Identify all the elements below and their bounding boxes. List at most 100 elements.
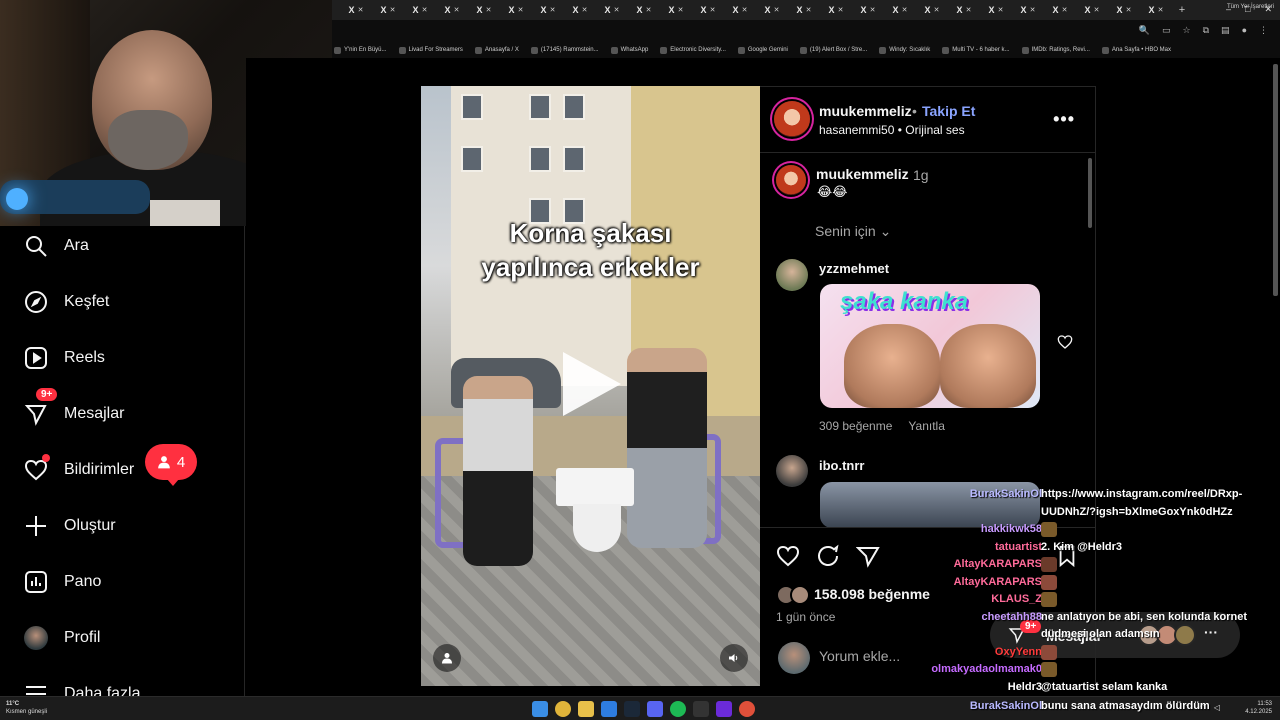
browser-tab[interactable]: X ✕ bbox=[1140, 0, 1172, 20]
tab-close-icon[interactable]: ✕ bbox=[934, 6, 940, 14]
tab-close-icon[interactable]: ✕ bbox=[1126, 6, 1132, 14]
tab-close-icon[interactable]: ✕ bbox=[358, 6, 364, 14]
file-explorer-icon[interactable] bbox=[578, 701, 594, 717]
sidebar-icon[interactable]: ▤ bbox=[1221, 25, 1230, 36]
sidebar-item-messages[interactable]: 9+ Mesajlar bbox=[24, 388, 124, 428]
bookmark-item[interactable]: Google Gemini bbox=[737, 46, 788, 54]
author-avatar[interactable] bbox=[774, 101, 810, 137]
comment-avatar[interactable] bbox=[776, 259, 808, 291]
browser-menu-icon[interactable]: ⋮ bbox=[1259, 25, 1268, 36]
edge-icon[interactable] bbox=[601, 701, 617, 717]
zoom-icon[interactable]: 🔍 bbox=[1139, 25, 1150, 36]
browser-tab[interactable]: X ✕ bbox=[724, 0, 756, 20]
page-scrollbar[interactable] bbox=[1273, 64, 1278, 296]
tab-close-icon[interactable]: ✕ bbox=[1094, 6, 1100, 14]
browser-tab[interactable]: X ✕ bbox=[596, 0, 628, 20]
epic-icon[interactable] bbox=[693, 701, 709, 717]
browser-tab[interactable]: X ✕ bbox=[564, 0, 596, 20]
tab-close-icon[interactable]: ✕ bbox=[742, 6, 748, 14]
tab-close-icon[interactable]: ✕ bbox=[678, 6, 684, 14]
obs-icon[interactable] bbox=[739, 701, 755, 717]
address-bar-area[interactable]: 🔍 ▭ ☆ ⧉ ▤ ● ⋮ bbox=[332, 20, 1280, 42]
tab-close-icon[interactable]: ✕ bbox=[582, 6, 588, 14]
comment-gif[interactable]: şaka kanka bbox=[820, 284, 1040, 408]
sidebar-item-profile[interactable]: Profil bbox=[24, 624, 100, 652]
bookmark-item[interactable]: Multi TV - 6 haber k... bbox=[942, 46, 1010, 54]
bookmark-item[interactable]: Ana Sayfa • HBO Max bbox=[1101, 46, 1171, 54]
browser-tab[interactable]: X ✕ bbox=[916, 0, 948, 20]
browser-tab[interactable]: X ✕ bbox=[820, 0, 852, 20]
browser-tab[interactable]: X ✕ bbox=[884, 0, 916, 20]
comment-username[interactable]: ibo.tnrr bbox=[819, 458, 865, 473]
tab-close-icon[interactable]: ✕ bbox=[1158, 6, 1164, 14]
browser-tab[interactable]: X ✕ bbox=[852, 0, 884, 20]
tab-close-icon[interactable]: ✕ bbox=[774, 6, 780, 14]
browser-tab[interactable]: X ✕ bbox=[980, 0, 1012, 20]
tab-close-icon[interactable]: ✕ bbox=[1062, 6, 1068, 14]
browser-tab[interactable]: X ✕ bbox=[692, 0, 724, 20]
for-you-dropdown[interactable]: Senin için ⌄ bbox=[815, 223, 891, 240]
browser-tab[interactable]: X ✕ bbox=[1076, 0, 1108, 20]
more-options-icon[interactable]: ••• bbox=[1053, 109, 1075, 130]
reply-button[interactable]: Yanıtla bbox=[908, 419, 944, 433]
browser-tab[interactable]: X ✕ bbox=[436, 0, 468, 20]
kick-icon[interactable] bbox=[716, 701, 732, 717]
tab-close-icon[interactable]: ✕ bbox=[710, 6, 716, 14]
discord-icon[interactable] bbox=[647, 701, 663, 717]
star-icon[interactable]: ☆ bbox=[1183, 25, 1191, 36]
tab-close-icon[interactable]: ✕ bbox=[614, 6, 620, 14]
sidebar-item-reels[interactable]: Reels bbox=[24, 344, 105, 372]
share-icon[interactable] bbox=[856, 544, 880, 568]
spotify-icon[interactable] bbox=[670, 701, 686, 717]
tab-close-icon[interactable]: ✕ bbox=[870, 6, 876, 14]
chrome-icon[interactable] bbox=[555, 701, 571, 717]
tab-close-icon[interactable]: ✕ bbox=[550, 6, 556, 14]
cast-icon[interactable]: ▭ bbox=[1162, 25, 1171, 36]
extensions-icon[interactable]: ⧉ bbox=[1203, 25, 1209, 36]
bookmark-item[interactable]: (17145) Rammstein... bbox=[530, 46, 599, 54]
all-bookmarks[interactable]: Tüm Yer İşaretleri bbox=[1227, 4, 1274, 10]
comment-likes[interactable]: 309 beğenme bbox=[819, 419, 892, 433]
browser-tab[interactable]: X ✕ bbox=[468, 0, 500, 20]
bookmark-item[interactable]: Livad For Streamers bbox=[398, 46, 463, 54]
browser-tab[interactable]: X ✕ bbox=[340, 0, 372, 20]
tagged-user-icon[interactable] bbox=[433, 644, 461, 672]
play-icon[interactable] bbox=[563, 352, 621, 416]
bookmark-item[interactable]: Anasayfa / X bbox=[474, 46, 519, 54]
bookmark-item[interactable]: Electronic Diversity... bbox=[660, 46, 726, 54]
steam-icon[interactable] bbox=[624, 701, 640, 717]
sidebar-item-explore[interactable]: Keşfet bbox=[24, 288, 109, 316]
profile-icon[interactable]: ● bbox=[1242, 25, 1247, 36]
caption-avatar[interactable] bbox=[776, 165, 806, 195]
sound-icon[interactable] bbox=[720, 644, 748, 672]
comment-icon[interactable] bbox=[816, 544, 840, 568]
like-icon[interactable] bbox=[776, 544, 800, 568]
bookmark-item[interactable]: WhatsApp bbox=[610, 46, 648, 54]
bookmark-item[interactable]: Y'nin En Büyü... bbox=[334, 46, 387, 54]
browser-tab[interactable]: X ✕ bbox=[532, 0, 564, 20]
browser-tab[interactable]: X ✕ bbox=[788, 0, 820, 20]
tab-close-icon[interactable]: ✕ bbox=[806, 6, 812, 14]
sidebar-item-create[interactable]: Oluştur bbox=[24, 512, 116, 540]
browser-tab[interactable]: X ✕ bbox=[1012, 0, 1044, 20]
browser-tab[interactable]: X ✕ bbox=[500, 0, 532, 20]
tab-close-icon[interactable]: ✕ bbox=[998, 6, 1004, 14]
comment-username[interactable]: yzzmehmet bbox=[819, 261, 889, 276]
notification-popup-pill[interactable]: 4 bbox=[145, 444, 197, 486]
comment-like-icon[interactable] bbox=[1057, 334, 1073, 350]
bookmark-item[interactable]: Windy: Sıcaklık bbox=[879, 46, 930, 54]
tab-close-icon[interactable]: ✕ bbox=[390, 6, 396, 14]
caption-username[interactable]: muukemmeliz bbox=[816, 166, 909, 182]
tab-close-icon[interactable]: ✕ bbox=[422, 6, 428, 14]
follow-button[interactable]: Takip Et bbox=[922, 103, 975, 119]
browser-tab[interactable]: X ✕ bbox=[660, 0, 692, 20]
browser-tab[interactable]: X ✕ bbox=[628, 0, 660, 20]
start-icon[interactable] bbox=[532, 701, 548, 717]
new-tab-button[interactable]: + bbox=[1172, 4, 1192, 16]
sidebar-item-search[interactable]: Ara bbox=[24, 232, 89, 260]
sidebar-item-notifications[interactable]: Bildirimler bbox=[24, 454, 134, 484]
reel-video[interactable]: Korna şakası yapılınca erkekler bbox=[421, 86, 760, 686]
browser-tab[interactable]: X ✕ bbox=[1108, 0, 1140, 20]
author-username[interactable]: muukemmeliz bbox=[819, 103, 912, 119]
bookmark-item[interactable]: (19) Alert Box / Stre... bbox=[799, 46, 867, 54]
